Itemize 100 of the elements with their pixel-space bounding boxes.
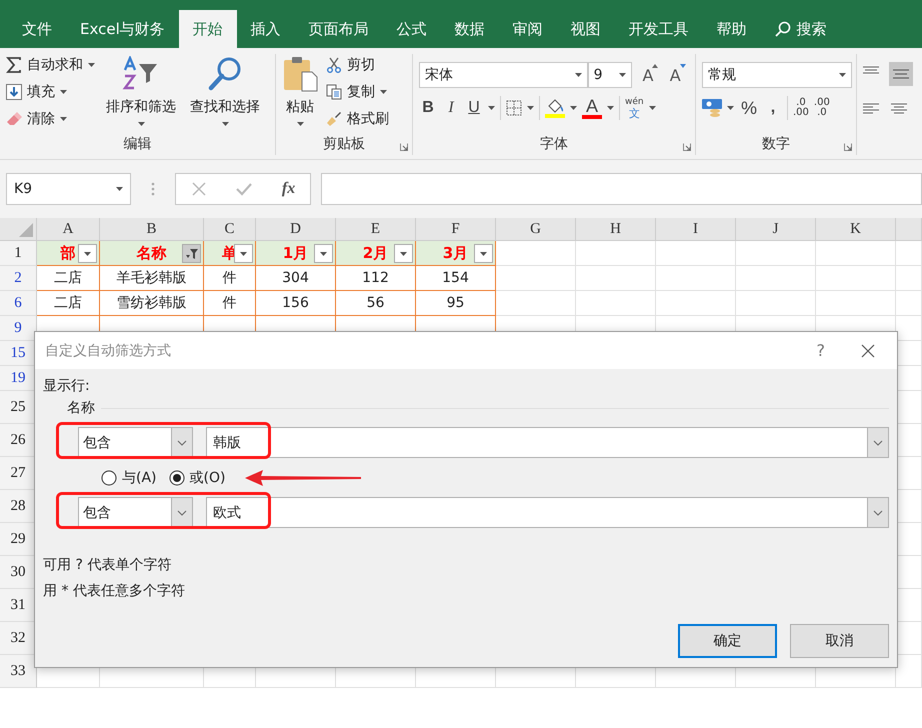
filter-button[interactable] <box>234 244 253 263</box>
autosum-button[interactable]: 自动求和 <box>4 54 97 76</box>
comma-button[interactable]: , <box>764 99 782 117</box>
row-number[interactable]: 6 <box>0 291 37 316</box>
row-number[interactable]: 26 <box>0 424 37 457</box>
caret-icon <box>488 106 495 110</box>
filter-button[interactable] <box>78 244 97 263</box>
percent-button[interactable]: % <box>739 98 759 118</box>
filter-button[interactable] <box>394 244 413 263</box>
column-header[interactable]: H <box>576 218 656 241</box>
ribbon-tab[interactable]: Excel与财务 <box>66 10 179 48</box>
value-combo-box[interactable]: 韩版 <box>206 427 889 458</box>
name-box[interactable]: K9 <box>6 173 131 205</box>
cut-button[interactable]: 剪切 <box>324 54 391 76</box>
phonetic-button[interactable]: wén 文 <box>625 97 644 119</box>
row-number[interactable]: 2 <box>0 266 37 291</box>
font-size-dropdown[interactable]: 9 <box>588 62 632 88</box>
caret-icon <box>320 252 327 256</box>
dialog-launcher-icon[interactable] <box>400 143 408 151</box>
check-icon[interactable] <box>236 181 252 197</box>
radio-option[interactable]: 与(A) <box>101 468 157 486</box>
help-button[interactable]: ? <box>816 341 825 360</box>
ribbon-tab[interactable]: 数据 <box>440 10 499 48</box>
insert-function-button[interactable]: fx <box>282 180 296 198</box>
row-number[interactable]: 9 <box>0 316 37 341</box>
format-painter-button[interactable]: 格式刷 <box>324 108 391 130</box>
filter-icon <box>186 248 198 258</box>
font-name-dropdown[interactable]: 宋体 <box>419 62 588 88</box>
dialog-button[interactable]: 确定 <box>678 624 777 658</box>
column-header[interactable]: F <box>416 218 496 241</box>
row-number[interactable]: 25 <box>0 391 37 424</box>
column-header[interactable]: J <box>736 218 816 241</box>
column-header[interactable]: D <box>256 218 336 241</box>
filter-button[interactable] <box>314 244 333 263</box>
align-middle-icon[interactable] <box>889 62 913 86</box>
column-header[interactable]: G <box>496 218 576 241</box>
filter-button[interactable] <box>474 244 493 263</box>
operator-dropdown[interactable]: 包含 <box>78 497 193 528</box>
dialog-button[interactable]: 取消 <box>790 624 889 658</box>
row-number[interactable]: 31 <box>0 589 37 622</box>
fill-color-icon[interactable] <box>545 98 565 118</box>
close-icon[interactable] <box>861 344 875 358</box>
row-number[interactable]: 1 <box>0 241 37 266</box>
table-cell: 雪纺衫韩版 <box>100 291 204 316</box>
find-select-button[interactable]: 查找和选择 <box>185 54 265 135</box>
dialog-launcher-icon[interactable] <box>844 143 852 151</box>
grow-font-button[interactable]: A <box>642 66 664 84</box>
column-header[interactable]: K <box>816 218 896 241</box>
ribbon-tab[interactable]: 视图 <box>556 10 615 48</box>
row-number[interactable]: 27 <box>0 457 37 490</box>
ribbon-tab[interactable]: 文件 <box>8 10 66 48</box>
caret-icon <box>570 106 577 110</box>
value-combo-box[interactable]: 欧式 <box>206 497 889 528</box>
grip-icon <box>151 182 155 196</box>
row-number[interactable]: 15 <box>0 341 37 366</box>
ribbon-tab[interactable]: 插入 <box>236 10 295 48</box>
row-number[interactable]: 33 <box>0 655 37 688</box>
increase-decimal-button[interactable]: .0 .00 <box>793 98 809 118</box>
chevron-icon <box>873 510 883 516</box>
ribbon-tab[interactable]: 开发工具 <box>614 10 703 48</box>
ribbon-tab[interactable]: 页面布局 <box>294 10 383 48</box>
copy-button[interactable]: 复制 <box>324 81 391 103</box>
search-tab[interactable]: 搜索 <box>760 10 841 48</box>
filter-button[interactable] <box>182 244 201 263</box>
clear-button[interactable]: 清除 <box>4 108 97 130</box>
dialog-launcher-icon[interactable] <box>683 143 691 151</box>
table-cell: 羊毛衫韩版 <box>100 266 204 291</box>
operator-dropdown[interactable]: 包含 <box>78 427 193 458</box>
row-number[interactable]: 28 <box>0 490 37 523</box>
font-color-button[interactable]: A <box>582 97 602 119</box>
column-header[interactable]: A <box>37 218 100 241</box>
radio-option[interactable]: 或(O) <box>168 468 226 486</box>
row-number[interactable]: 29 <box>0 523 37 556</box>
italic-button[interactable]: I <box>442 99 460 117</box>
copy-icon <box>326 84 342 100</box>
ribbon-tab[interactable]: 帮助 <box>702 10 761 48</box>
table-cell: 156 <box>256 291 336 316</box>
row-number[interactable]: 19 <box>0 366 37 391</box>
caret-icon <box>648 106 656 110</box>
underline-button[interactable]: U <box>465 99 483 117</box>
shrink-font-button[interactable]: A <box>670 66 691 84</box>
ribbon-tab[interactable]: 审阅 <box>498 10 557 48</box>
sort-filter-button[interactable]: 排序和筛选 <box>101 54 181 135</box>
currency-icon[interactable] <box>702 98 722 118</box>
column-header[interactable]: E <box>336 218 416 241</box>
border-icon[interactable] <box>506 100 522 116</box>
column-header[interactable]: C <box>204 218 256 241</box>
ribbon-tab[interactable]: 开始 <box>178 10 237 48</box>
row-number[interactable]: 30 <box>0 556 37 589</box>
number-format-dropdown[interactable]: 常规 <box>702 62 852 88</box>
fill-button[interactable]: 填充 <box>4 81 97 103</box>
formula-input[interactable] <box>321 173 922 205</box>
table-cell: 154 <box>416 266 496 291</box>
bold-button[interactable]: B <box>419 99 437 117</box>
row-number[interactable]: 32 <box>0 622 37 655</box>
ribbon-tab[interactable]: 公式 <box>382 10 441 48</box>
column-header[interactable]: I <box>656 218 736 241</box>
decrease-decimal-button[interactable]: .00 .0 <box>814 98 830 118</box>
column-header[interactable]: B <box>100 218 204 241</box>
paste-button[interactable]: 粘贴 <box>280 54 320 135</box>
